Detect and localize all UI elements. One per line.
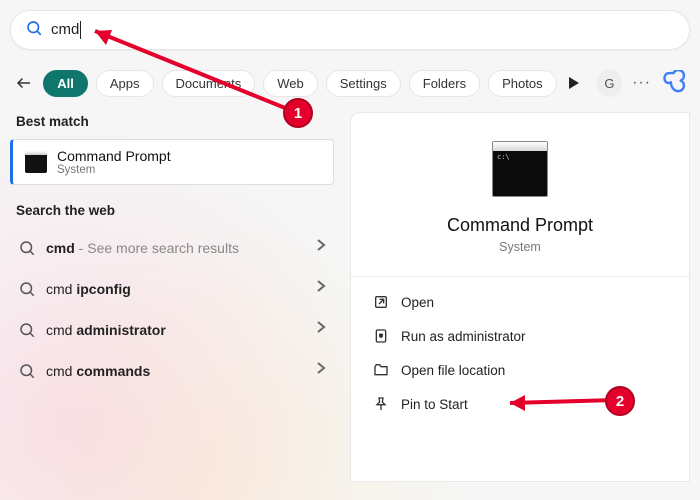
- filter-tab-settings[interactable]: Settings: [326, 70, 401, 97]
- action-open-file-location[interactable]: Open file location: [369, 353, 671, 387]
- filter-tab-web[interactable]: Web: [263, 70, 318, 97]
- back-button[interactable]: [12, 70, 35, 96]
- search-icon: [25, 19, 43, 42]
- account-button[interactable]: G: [597, 69, 622, 97]
- chevron-right-icon: [316, 361, 326, 380]
- open-icon: [373, 294, 389, 310]
- filter-tab-apps[interactable]: Apps: [96, 70, 154, 97]
- filter-tab-photos[interactable]: Photos: [488, 70, 556, 97]
- best-match-result[interactable]: Command Prompt System: [10, 139, 334, 185]
- web-result-item[interactable]: cmd - See more search results: [10, 228, 334, 267]
- preview-subtitle: System: [369, 240, 671, 254]
- chevron-right-icon: [316, 238, 326, 257]
- action-run-as-administrator[interactable]: Run as administrator: [369, 319, 671, 353]
- filter-tab-all[interactable]: All: [43, 70, 88, 97]
- search-icon: [18, 280, 36, 298]
- copilot-icon[interactable]: [661, 68, 688, 98]
- web-result-item[interactable]: cmd ipconfig: [10, 269, 334, 308]
- folder-icon: [373, 362, 389, 378]
- preview-pane: Command Prompt System Open Run as admini…: [350, 112, 690, 482]
- divider: [351, 276, 689, 277]
- chevron-right-icon: [316, 320, 326, 339]
- search-input[interactable]: cmd: [51, 21, 675, 39]
- action-pin-to-start[interactable]: Pin to Start: [369, 387, 671, 421]
- search-web-header: Search the web: [16, 203, 350, 218]
- command-prompt-icon: [25, 151, 47, 173]
- web-results-list: cmd - See more search results cmd ipconf…: [10, 228, 334, 390]
- more-filters-button[interactable]: [567, 77, 581, 89]
- admin-shield-icon: [373, 328, 389, 344]
- filter-tab-documents[interactable]: Documents: [162, 70, 256, 97]
- action-open[interactable]: Open: [369, 285, 671, 319]
- filter-tab-folders[interactable]: Folders: [409, 70, 480, 97]
- search-icon: [18, 362, 36, 380]
- filter-row: All Apps Documents Web Settings Folders …: [10, 64, 690, 112]
- chevron-right-icon: [316, 279, 326, 298]
- search-icon: [18, 239, 36, 257]
- best-match-subtitle: System: [57, 164, 171, 176]
- preview-title: Command Prompt: [369, 215, 671, 236]
- web-result-item[interactable]: cmd administrator: [10, 310, 334, 349]
- overflow-button[interactable]: ···: [630, 74, 653, 92]
- search-bar[interactable]: cmd: [10, 10, 690, 50]
- pin-icon: [373, 396, 389, 412]
- best-match-header: Best match: [16, 114, 350, 129]
- search-icon: [18, 321, 36, 339]
- best-match-title: Command Prompt: [57, 148, 171, 164]
- command-prompt-icon: [492, 141, 548, 197]
- web-result-item[interactable]: cmd commands: [10, 351, 334, 390]
